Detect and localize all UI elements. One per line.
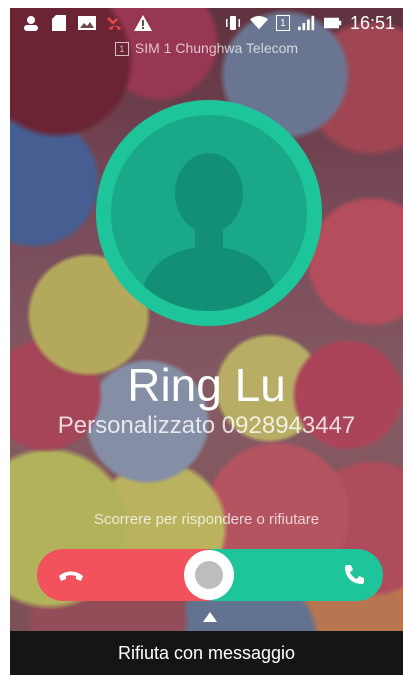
sim-carrier-info: 1 SIM 1 Chunghwa Telecom (10, 40, 403, 56)
missed-call-icon (106, 14, 124, 32)
sd-card-icon (50, 14, 68, 32)
incoming-call-screen: 1 16:51 1 SIM 1 Chunghwa Telecom Ring Lu … (10, 8, 403, 675)
reject-with-message-button[interactable]: Rifiuta con messaggio (10, 631, 403, 675)
answer-call-icon (345, 565, 364, 584)
signal-icon (297, 14, 316, 32)
status-bar: 1 16:51 (10, 8, 403, 38)
caller-number: Personalizzato 0928943447 (57, 412, 356, 439)
swipe-hint: Scorrere per rispondere o rifiutare (93, 511, 320, 528)
reject-with-message-label: Rifiuta con messaggio (117, 642, 296, 663)
slider-knob-core (195, 561, 223, 589)
answer-zone[interactable] (210, 549, 383, 601)
sim-badge: 1 (114, 42, 129, 56)
caller-name: Ring Lu (127, 359, 286, 411)
image-icon (78, 14, 96, 32)
arrow-up-icon (203, 612, 217, 622)
warning-icon (134, 14, 152, 32)
vibrate-icon (224, 14, 242, 32)
battery-icon (323, 14, 342, 32)
status-clock: 16:51 (349, 12, 395, 33)
sim-carrier-label: SIM 1 Chunghwa Telecom (134, 40, 299, 56)
avatar (111, 115, 307, 311)
contact-icon (22, 14, 40, 32)
default-contact-silhouette-icon (139, 153, 279, 311)
sim1-icon: 1 (275, 15, 290, 31)
decline-call-icon (59, 571, 83, 581)
slider-knob[interactable] (184, 550, 234, 600)
wifi-icon (249, 14, 268, 32)
